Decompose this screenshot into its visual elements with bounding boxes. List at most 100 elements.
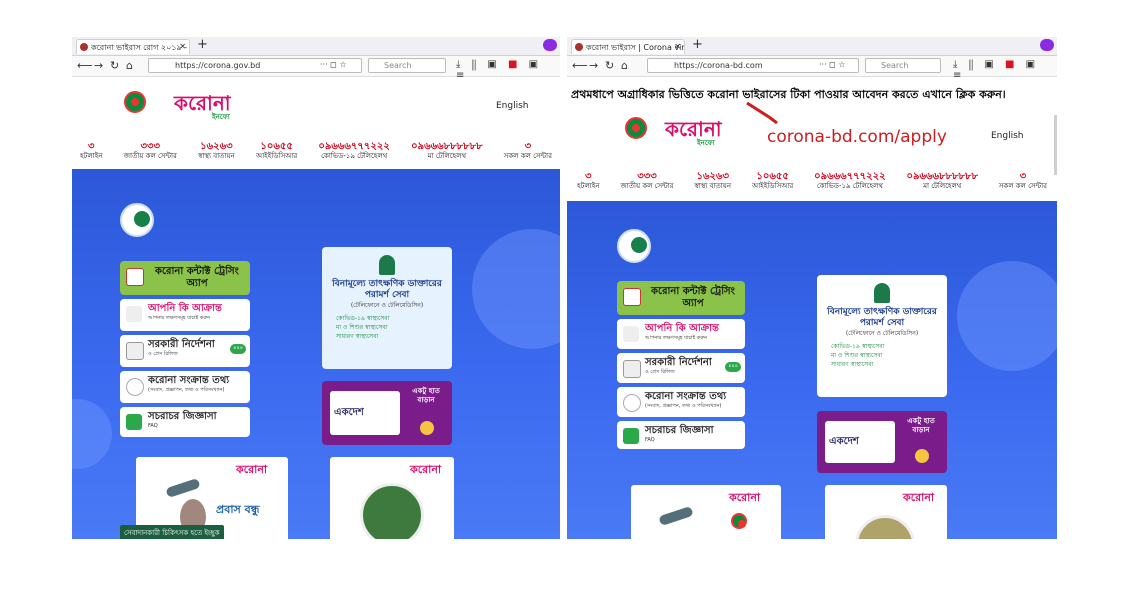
new-tab-button[interactable]: + [692, 37, 703, 52]
hotline-item[interactable]: ১৬২৬৩ স্বাস্থ্য বাতায়ন [694, 171, 731, 191]
service-item: কোভিড-১৯ স্বাস্থ্যসেবা [336, 315, 390, 322]
virus-icon [126, 378, 144, 396]
ekdesh-logo: একদেশ [330, 391, 400, 435]
hotline-item[interactable]: ৩ হটলাইন [80, 141, 103, 161]
faq-icon [126, 414, 142, 430]
faq-button[interactable]: সচরাচর জিজ্ঞাসা FAQ [120, 407, 250, 437]
search-box[interactable]: Search [368, 58, 446, 73]
doctor-icon [874, 283, 890, 303]
browser-tab[interactable]: করোনা ভাইরাস রোগ ২০১৯ - Co ✕ [76, 39, 190, 54]
promo-logo: করোনা [236, 463, 268, 476]
tab-bar: করোনা ভাইরাস | Corona virus ✕ + [567, 37, 1057, 56]
hotline-item[interactable]: ০৯৬৬৬৭৭৭২২২ কোভিড-১৯ টেলিহেলথ [814, 171, 886, 191]
faq-icon [623, 428, 639, 444]
forward-arrow-icon[interactable]: → [589, 59, 598, 72]
hand-icon [420, 421, 434, 435]
hotline-item[interactable]: ১০৬৫৫ আইইডিসিআর [256, 141, 297, 161]
page-actions-icon[interactable]: ··· ◻ ☆ [320, 60, 347, 69]
faq-button[interactable]: সচরাচর জিজ্ঞাসা FAQ [617, 421, 745, 449]
doctor-volunteer-banner[interactable]: সেবাদানকারী চিকিৎসক হতে ইচ্ছুক [120, 525, 224, 539]
stay-home-logo [120, 203, 154, 237]
site-header: করোনা ইনফো English [72, 77, 560, 137]
site-header: করোনা ইনফো corona-bd.com/apply English [567, 101, 1057, 157]
corona-info-button[interactable]: করোনা সংক্রান্ত তথ্য (সংবাদ, প্রজ্ঞাপন, … [617, 387, 745, 417]
hotline-item[interactable]: ০৯৬৬৬৭৭৭২২২ কোভিড-১৯ টেলিহেলথ [318, 141, 390, 161]
document-icon [623, 360, 641, 378]
question-person-icon [126, 306, 142, 322]
hotline-item[interactable]: ০৯৬৬৬৮৮৮৮৮৮ মা টেলিহেলথ [907, 171, 978, 191]
news-photo [360, 483, 424, 539]
hotline-item[interactable]: ০৯৬৬৬৮৮৮৮৮৮ মা টেলিহেলথ [411, 141, 482, 161]
contact-tracing-button[interactable]: করোনা কন্টাক্ট ট্রেসিং অ্যাপ [120, 261, 250, 295]
toolbar-icons[interactable]: ⤓ ⫼ ▣ ■ ▣ ≡ [953, 59, 1057, 81]
doctor-consult-card[interactable]: বিনামূল্যে তাৎক্ষণিক ডাক্তারের পরামর্শ স… [322, 247, 452, 369]
tab-title: করোনা ভাইরাস | Corona virus [586, 43, 685, 52]
hotline-item[interactable]: ১৬২৬৩ স্বাস্থ্য বাতায়ন [198, 141, 235, 161]
reload-icon[interactable]: ↻ [110, 59, 119, 72]
nav-bar: ⟵ → ↻ ⌂ https://corona.gov.bd ··· ◻ ☆ Se… [72, 56, 560, 81]
hotline-row: ৩ হটলাইন ৩৩৩ জাতীয় কল সেন্টার ১৬২৬৩ স্বাস্… [72, 141, 560, 161]
ekdesh-banner[interactable]: একদেশ একটু হাত বাড়ান [322, 381, 452, 445]
airplane-icon [165, 477, 201, 499]
logo-subtitle: ইনফো [212, 113, 230, 121]
hotline-item[interactable]: ৩ হটলাইন [577, 171, 600, 191]
home-icon[interactable]: ⌂ [621, 59, 628, 72]
app-icon [623, 288, 641, 306]
ekdesh-banner[interactable]: একদেশ একটু হাত বাড়ান [817, 411, 947, 473]
ekdesh-label: একটু হাত বাড়ান [907, 417, 935, 434]
service-item: মা ও শিশুর স্বাস্থ্যসেবা [831, 352, 883, 359]
corona-info-button[interactable]: করোনা সংক্রান্ত তথ্য (সংবাদ, প্রজ্ঞাপন, … [120, 371, 250, 403]
reload-icon[interactable]: ↻ [605, 59, 614, 72]
hotline-item[interactable]: ৩ সকল কল সেন্টার [999, 171, 1047, 191]
private-mask-icon [1040, 39, 1054, 51]
language-link[interactable]: English [991, 131, 1024, 141]
apply-url-annotation[interactable]: corona-bd.com/apply [767, 127, 947, 147]
private-mask-icon [543, 39, 557, 51]
hotline-row: ৩ হটলাইন ৩৩৩ জাতীয় কল সেন্টার ১৬২৬৩ স্বাস্… [567, 171, 1057, 191]
hotline-item[interactable]: ১০৬৫৫ আইইডিসিআর [752, 171, 793, 191]
close-tab-icon[interactable]: ✕ [674, 42, 681, 51]
close-tab-icon[interactable]: ✕ [179, 42, 186, 51]
govt-directives-button[interactable]: সরকারী নির্দেশনা ও প্রেস রিলিজ ৪৪৪ [120, 335, 250, 367]
new-tab-button[interactable]: + [197, 37, 208, 52]
hotline-item[interactable]: ৩ সকল কল সেন্টার [504, 141, 552, 161]
service-item: মা ও শিশুর স্বাস্থ্যসেবা [336, 324, 388, 331]
browser-tab[interactable]: করোনা ভাইরাস | Corona virus ✕ [571, 39, 685, 54]
count-badge: ৪৪৪ [230, 344, 246, 354]
doctor-consult-card[interactable]: বিনামূল্যে তাৎক্ষণিক ডাক্তারের পরামর্শ স… [817, 275, 947, 397]
search-placeholder: Search [881, 61, 909, 70]
hotline-item[interactable]: ৩৩৩ জাতীয় কল সেন্টার [124, 141, 177, 161]
virus-icon [623, 394, 641, 412]
page-actions-icon[interactable]: ··· ◻ ☆ [819, 60, 846, 69]
back-arrow-icon[interactable]: ⟵ [77, 59, 93, 72]
news-card[interactable]: করোনা [825, 485, 947, 539]
stay-home-logo [617, 229, 651, 263]
favicon-icon [80, 43, 88, 51]
promo-logo: করোনা [903, 491, 935, 504]
home-icon[interactable]: ⌂ [126, 59, 133, 72]
scrollbar[interactable] [1054, 115, 1057, 175]
probash-bondhu-card[interactable]: করোনা [631, 485, 781, 539]
search-box[interactable]: Search [865, 58, 941, 73]
language-link[interactable]: English [496, 101, 529, 111]
am-i-affected-button[interactable]: আপনি কি আক্রান্ত আপনার লক্ষণসমূহ যাচাই ক… [617, 319, 745, 349]
govt-directives-button[interactable]: সরকারী নির্দেশনা ও প্রেস রিলিজ ৪৪৪ [617, 353, 745, 383]
news-photo [855, 515, 915, 539]
govt-emblem-icon [124, 91, 146, 113]
hotline-item[interactable]: ৩৩৩ জাতীয় কল সেন্টার [620, 171, 673, 191]
question-person-icon [623, 326, 639, 342]
am-i-affected-button[interactable]: আপনি কি আক্রান্ত আপনার লক্ষণসমূহ যাচাই ক… [120, 299, 250, 331]
nav-bar: ⟵ → ↻ ⌂ https://corona-bd.com ··· ◻ ☆ Se… [567, 56, 1057, 81]
hand-icon [915, 449, 929, 463]
news-card[interactable]: করোনা [330, 457, 454, 539]
contact-tracing-button[interactable]: করোনা কন্টাক্ট ট্রেসিং অ্যাপ [617, 281, 745, 315]
tab-title: করোনা ভাইরাস রোগ ২০১৯ - Co [91, 43, 190, 52]
forward-arrow-icon[interactable]: → [94, 59, 103, 72]
back-arrow-icon[interactable]: ⟵ [572, 59, 588, 72]
right-browser-screenshot: করোনা ভাইরাস | Corona virus ✕ + ⟵ → ↻ ⌂ … [567, 37, 1057, 539]
tab-bar: করোনা ভাইরাস রোগ ২০১৯ - Co ✕ + [72, 37, 560, 56]
hero-section: করোনা কন্টাক্ট ট্রেসিং অ্যাপ আপনি কি আক্… [567, 201, 1057, 539]
hero-section: করোনা কন্টাক্ট ট্রেসিং অ্যাপ আপনি কি আক্… [72, 169, 560, 539]
promo-logo: করোনা [410, 463, 442, 476]
doctor-icon [379, 255, 395, 275]
